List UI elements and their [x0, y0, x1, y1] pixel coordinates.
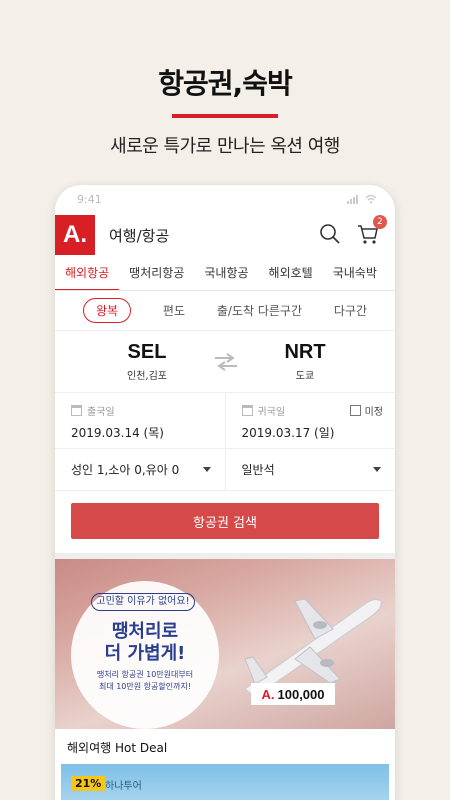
passenger-class-selector: 성인 1,소아 0,유아 0 일반석	[55, 449, 395, 491]
app-title: 여행/항공	[109, 226, 170, 245]
origin-city: 인천,김포	[127, 371, 167, 382]
hot-deal-card[interactable]: 21% 하나투어	[61, 764, 389, 800]
destination-code: NRT	[284, 341, 326, 363]
trip-type-open-jaw[interactable]: 출/도착 다른구간	[217, 302, 302, 319]
undecided-label: 미정	[364, 407, 383, 418]
banner-detail-2: 최대 10만원 항공할인까지!	[98, 682, 192, 691]
tab-domestic-flight[interactable]: 국내항공	[194, 257, 258, 290]
price-value: 100,000	[277, 686, 325, 702]
price-tag: A. 100,000	[251, 683, 335, 705]
seat-class-value: 일반석	[241, 463, 275, 477]
return-date-label: 귀국일	[257, 407, 286, 418]
departure-date-field[interactable]: 출국일 2019.03.14 (목)	[55, 393, 225, 448]
status-time: 9:41	[77, 192, 102, 206]
phone-frame: 9:41 A. 여행/항공 2 해외항공 땡처리항공 국내항공 해외호텔 국내숙…	[55, 185, 395, 800]
departure-date-value: 2019.03.14 (목)	[71, 426, 164, 440]
route-selector: SEL 인천,김포 NRT 도쿄	[55, 331, 395, 393]
return-date-value: 2019.03.17 (일)	[241, 426, 335, 440]
swap-route-icon[interactable]	[211, 350, 241, 374]
destination-airport[interactable]: NRT 도쿄	[255, 341, 355, 382]
search-icon[interactable]	[319, 223, 343, 247]
app-bar: A. 여행/항공 2	[55, 213, 395, 257]
promo-banner[interactable]: 고민할 이유가 없어요! 땡처리로 더 가볍게! 땡처리 항공권 10만원대부터…	[55, 559, 395, 729]
deal-vendor: 하나투어	[105, 781, 142, 792]
chevron-down-icon	[202, 467, 211, 472]
banner-tag: 고민할 이유가 없어요!	[91, 593, 195, 611]
trip-type-oneway[interactable]: 편도	[163, 302, 185, 319]
origin-airport[interactable]: SEL 인천,김포	[97, 341, 197, 382]
undecided-checkbox[interactable]: 미정	[349, 403, 383, 418]
date-selector: 출국일 2019.03.14 (목) 귀국일 2019.03.17 (일) 미정	[55, 393, 395, 449]
trip-type-multi-city[interactable]: 다구간	[334, 302, 367, 319]
discount-badge: 21%	[71, 776, 106, 791]
banner-headline-2: 더 가볍게!	[104, 643, 186, 664]
promo-underline	[172, 114, 278, 118]
calendar-icon	[71, 405, 82, 416]
category-tabs: 해외항공 땡처리항공 국내항공 해외호텔 국내숙박	[55, 257, 395, 291]
cart-icon[interactable]: 2	[357, 215, 387, 247]
auction-logo[interactable]: A.	[55, 215, 95, 255]
status-bar: 9:41	[55, 185, 395, 213]
promo-title: 항공권,숙박	[158, 67, 292, 100]
tab-overseas-hotel[interactable]: 해외호텔	[259, 257, 323, 290]
trip-type-roundtrip[interactable]: 왕복	[82, 298, 132, 323]
promo-subtitle: 새로운 특가로 만나는 옥션 여행	[110, 136, 340, 157]
trip-type-selector: 왕복 편도 출/도착 다른구간 다구간	[55, 291, 395, 331]
origin-code: SEL	[127, 341, 167, 363]
seat-class-select[interactable]: 일반석	[224, 449, 396, 490]
tab-lastminute-flight[interactable]: 땡처리항공	[119, 257, 194, 290]
status-icons	[347, 194, 377, 204]
flight-search-button[interactable]: 항공권 검색	[71, 503, 379, 539]
return-date-field[interactable]: 귀국일 2019.03.17 (일) 미정	[224, 393, 396, 448]
cart-badge: 2	[373, 215, 387, 229]
departure-date-label: 출국일	[87, 407, 115, 418]
tab-overseas-flight[interactable]: 해외항공	[55, 257, 120, 290]
hot-deal-title: 해외여행 Hot Deal	[67, 741, 168, 755]
calendar-icon	[241, 405, 253, 416]
tab-domestic-stay[interactable]: 국내숙박	[323, 257, 387, 290]
checkbox-icon[interactable]	[349, 405, 361, 416]
passenger-value: 성인 1,소아 0,유아 0	[71, 463, 180, 477]
banner-detail-1: 땡처리 항공권 10만원대부터	[96, 670, 194, 679]
chevron-down-icon	[373, 467, 381, 472]
price-logo: A.	[261, 686, 275, 702]
wifi-icon	[365, 194, 377, 204]
signal-icon	[347, 195, 358, 204]
passenger-select[interactable]: 성인 1,소아 0,유아 0	[55, 449, 225, 490]
destination-city: 도쿄	[295, 371, 315, 382]
